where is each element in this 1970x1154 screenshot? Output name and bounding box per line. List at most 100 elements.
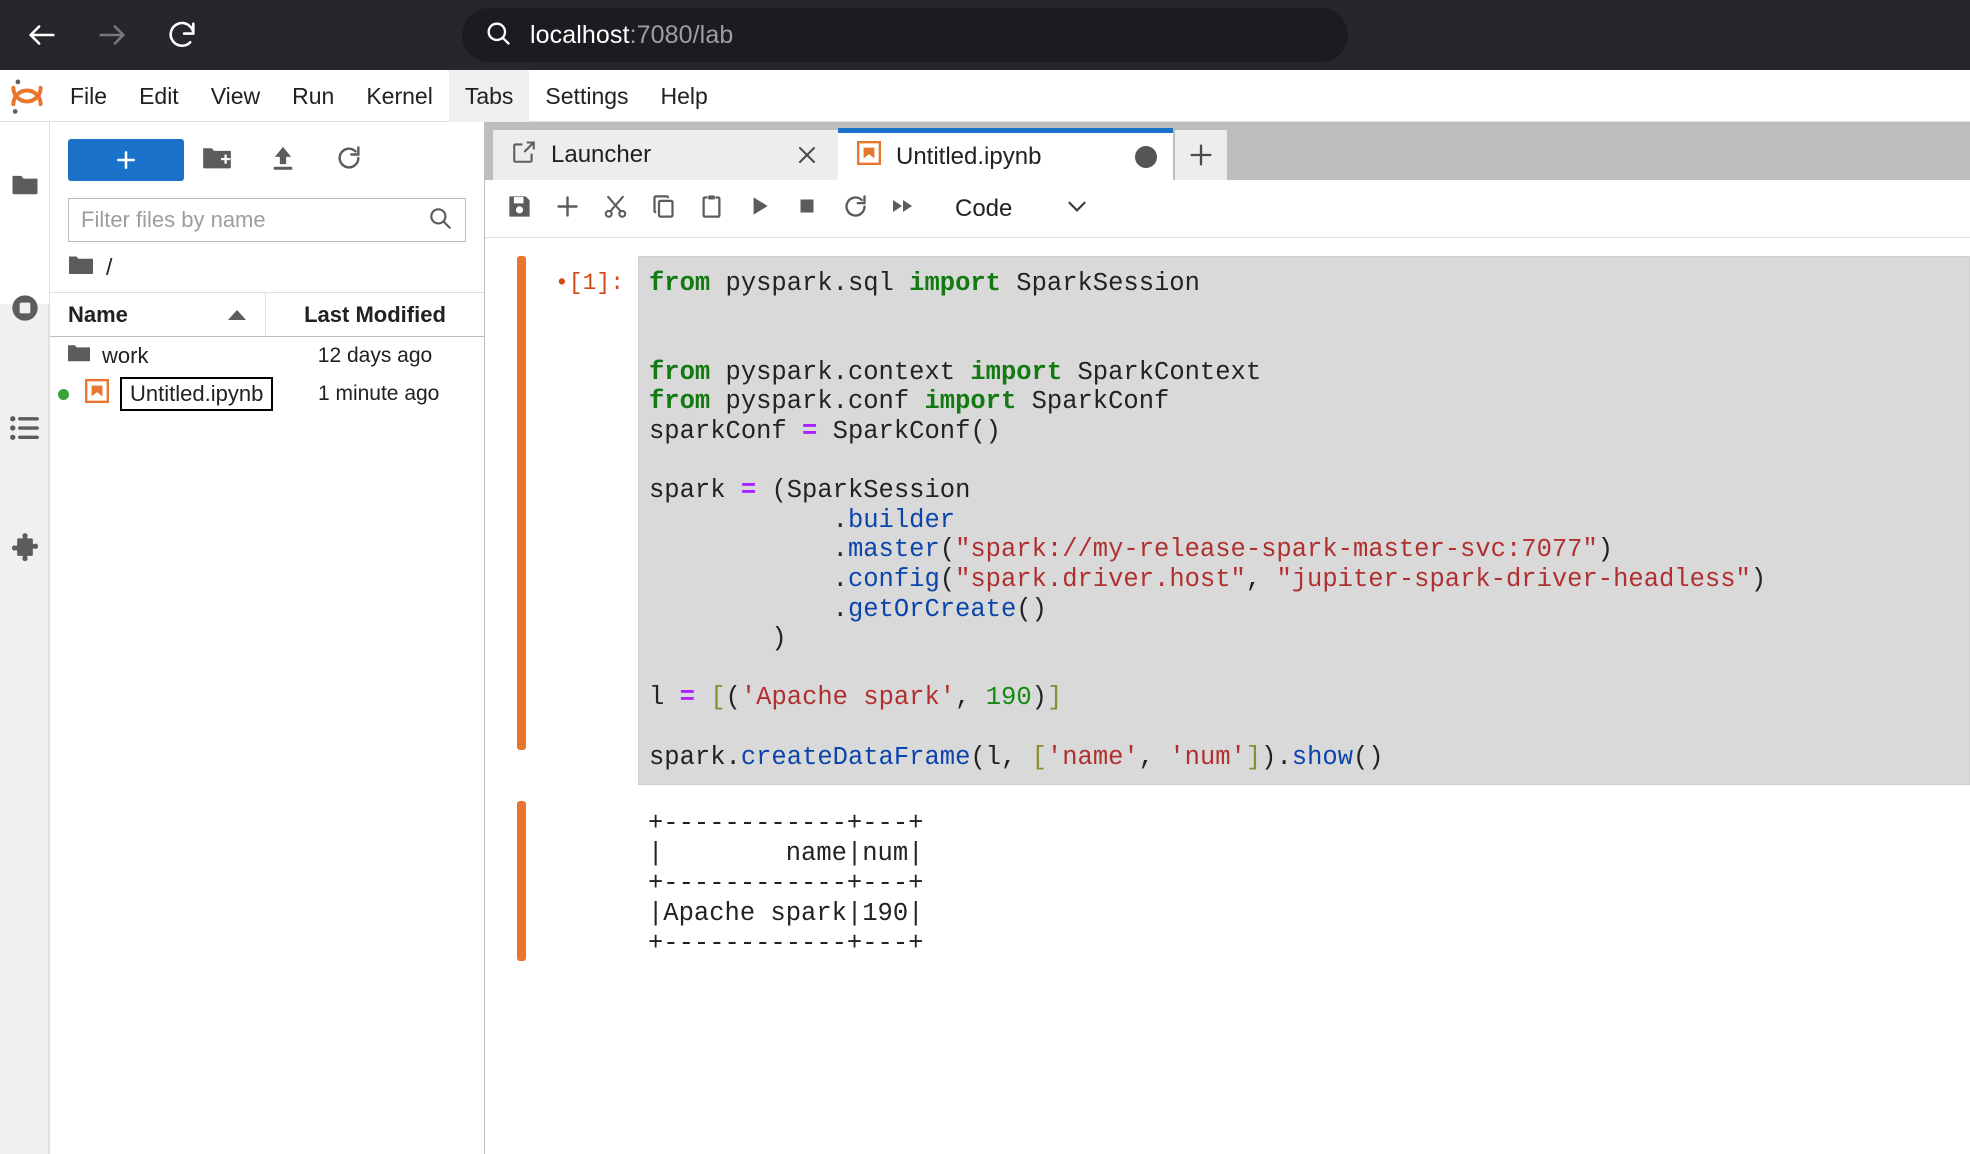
cut-button[interactable] — [591, 185, 639, 233]
tab-untitled-notebook[interactable]: Untitled.ipynb — [838, 128, 1173, 180]
extension-manager-puzzle-icon — [9, 532, 41, 569]
cell-prompt-label: [1]: — [568, 270, 624, 296]
list-item[interactable]: Untitled.ipynb 1 minute ago — [50, 375, 484, 413]
menu-edit[interactable]: Edit — [123, 70, 195, 122]
cell-prompt-dot: • — [554, 270, 569, 296]
output-area: +------------+---+ | name|num| +--------… — [638, 801, 1970, 961]
file-browser-panel: / Name Last Modified work 12 days ago — [50, 122, 485, 1154]
refresh-file-list-button[interactable] — [316, 139, 382, 181]
notebook-scroll-area[interactable]: •[1]: from pyspark.sql import SparkSessi… — [485, 238, 1970, 1154]
new-folder-icon — [202, 144, 232, 177]
notebook-icon — [84, 378, 110, 410]
menu-file[interactable]: File — [54, 70, 123, 122]
new-folder-button[interactable] — [184, 139, 250, 181]
folder-icon — [66, 342, 92, 370]
run-cell-button[interactable] — [735, 185, 783, 233]
sidebar-item-commands[interactable] — [0, 388, 50, 472]
dock-area: Launcher Untitled.ipynb Code •[1]: from … — [485, 122, 1970, 1154]
code-text: from pyspark.sql import SparkSession fro… — [649, 269, 1767, 772]
menu-run[interactable]: Run — [276, 70, 350, 122]
notebook-cell-input[interactable]: •[1]: from pyspark.sql import SparkSessi… — [485, 256, 1970, 786]
reload-icon — [165, 18, 199, 52]
folder-icon — [68, 253, 94, 282]
sidebar-item-running-sessions[interactable] — [0, 268, 50, 352]
column-header-last-modified[interactable]: Last Modified — [266, 302, 484, 328]
url-host: localhost — [530, 20, 630, 49]
save-button[interactable] — [495, 185, 543, 233]
run-icon — [746, 193, 772, 224]
breadcrumb-path: / — [106, 253, 113, 280]
filter-files-input[interactable] — [81, 207, 427, 233]
cell-selection-bar — [517, 256, 526, 750]
paste-button[interactable] — [687, 185, 735, 233]
new-launcher-button[interactable] — [68, 139, 184, 181]
menu-kernel[interactable]: Kernel — [350, 70, 448, 122]
sidebar-item-file-browser[interactable] — [0, 144, 50, 228]
column-header-name-label: Name — [68, 301, 128, 327]
file-name-rename-input[interactable]: Untitled.ipynb — [120, 377, 274, 411]
launcher-icon — [511, 139, 537, 172]
file-filter-wrap — [50, 198, 484, 242]
dock-tab-bar: Launcher Untitled.ipynb — [485, 122, 1970, 180]
activity-bar — [0, 122, 50, 1154]
running-terminals-and-kernels-icon — [9, 292, 41, 329]
tab-launcher[interactable]: Launcher — [493, 130, 838, 180]
file-row-name: Untitled.ipynb — [58, 377, 274, 411]
search-icon — [484, 19, 512, 52]
menu-tabs[interactable]: Tabs — [448, 69, 530, 122]
tab-label: Launcher — [551, 141, 652, 168]
cell-selection-bar — [517, 801, 526, 962]
upload-button[interactable] — [250, 139, 316, 181]
forward-arrow-icon — [95, 18, 129, 52]
stream-output-text: +------------+---+ | name|num| +--------… — [648, 809, 924, 959]
copy-button[interactable] — [639, 185, 687, 233]
unsaved-indicator-dot[interactable] — [1135, 145, 1157, 168]
url-path: :7080/lab — [629, 20, 734, 49]
search-icon — [427, 205, 453, 236]
paste-icon — [698, 193, 725, 225]
column-header-name[interactable]: Name — [50, 293, 266, 336]
file-browser-toolbar — [50, 122, 484, 198]
output-prompt — [526, 801, 638, 961]
chevron-down-icon — [1064, 193, 1090, 224]
cut-icon — [602, 193, 629, 225]
file-row-name: work — [66, 342, 266, 370]
restart-kernel-icon — [842, 193, 869, 225]
breadcrumb[interactable]: / — [50, 242, 484, 292]
back-button[interactable] — [14, 7, 70, 63]
insert-cell-below-icon — [554, 193, 581, 225]
notebook-toolbar: Code — [485, 180, 1970, 238]
restart-kernel-button[interactable] — [831, 185, 879, 233]
menu-view[interactable]: View — [195, 70, 276, 122]
jupyter-logo — [0, 76, 54, 116]
restart-and-run-all-icon — [889, 193, 917, 224]
url-bar[interactable]: localhost:7080/lab — [462, 8, 1348, 62]
jupyter-menubar: File Edit View Run Kernel Tabs Settings … — [0, 69, 1970, 122]
folder-icon — [10, 169, 40, 204]
insert-cell-below-button[interactable] — [543, 185, 591, 233]
back-arrow-icon — [25, 18, 59, 52]
list-item[interactable]: work 12 days ago — [50, 337, 484, 375]
cell-type-dropdown[interactable]: Code — [945, 189, 1100, 228]
copy-icon — [650, 193, 677, 225]
restart-and-run-all-button[interactable] — [879, 185, 927, 233]
reload-button[interactable] — [154, 7, 210, 63]
file-list-header: Name Last Modified — [50, 292, 484, 337]
file-filter-box[interactable] — [68, 198, 466, 242]
file-name-label: work — [102, 343, 149, 368]
cell-type-value: Code — [955, 194, 1013, 222]
unsaved-indicator-dot — [58, 388, 69, 400]
save-icon — [506, 193, 533, 225]
close-icon[interactable] — [792, 143, 822, 167]
file-modified-label: 12 days ago — [317, 344, 433, 367]
sidebar-item-extension-manager[interactable] — [0, 508, 50, 592]
code-editor[interactable]: from pyspark.sql import SparkSession fro… — [638, 256, 1970, 786]
file-modified-label: 1 minute ago — [317, 382, 440, 405]
forward-button[interactable] — [84, 7, 140, 63]
new-tab-button[interactable] — [1175, 130, 1227, 180]
menu-settings[interactable]: Settings — [529, 70, 644, 122]
interrupt-kernel-button[interactable] — [783, 185, 831, 233]
menu-help[interactable]: Help — [645, 70, 724, 122]
sort-ascending-icon — [227, 302, 247, 328]
notebook-icon — [856, 140, 882, 173]
